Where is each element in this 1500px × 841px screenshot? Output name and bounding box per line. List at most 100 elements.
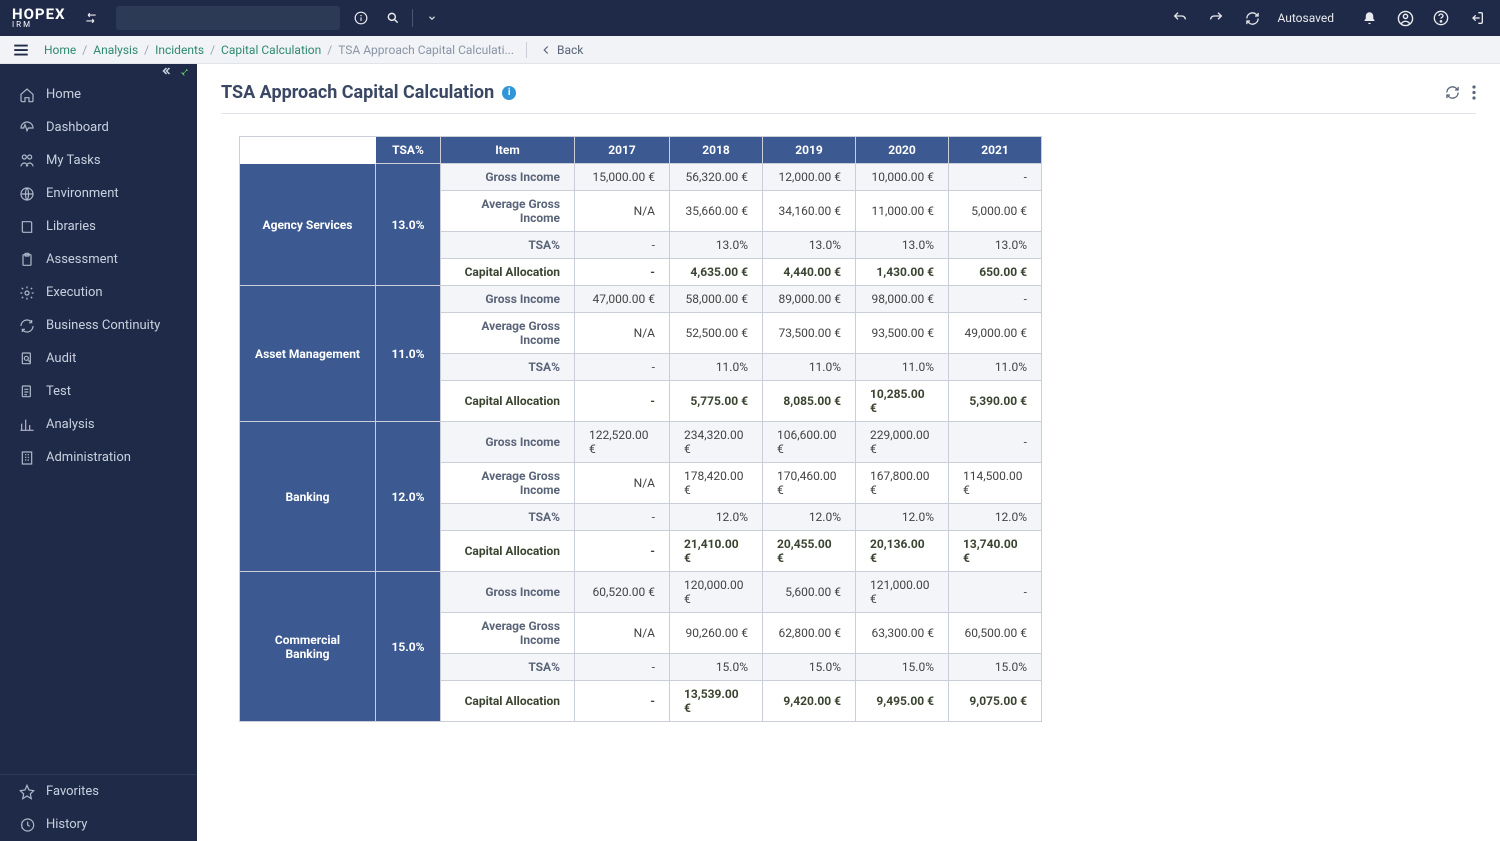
redo-icon[interactable]	[1205, 10, 1227, 26]
sidebar-item-analysis[interactable]: Analysis	[0, 408, 197, 441]
sidebar-item-label: Business Continuity	[46, 318, 160, 333]
search-icon[interactable]	[382, 11, 404, 25]
sidebar-item-label: Audit	[46, 351, 76, 366]
row-group-tsa: 13.0%	[376, 164, 441, 286]
separator	[526, 42, 527, 58]
content: TSA Approach Capital Calculation i TSA%I…	[197, 64, 1500, 841]
item-label: Average Gross Income	[441, 613, 575, 654]
value-cell: 58,000.00 €	[670, 286, 763, 313]
sidebar-item-test[interactable]: Test	[0, 375, 197, 408]
subbar: Home/Analysis/Incidents/Capital Calculat…	[0, 36, 1500, 64]
value-cell: N/A	[575, 313, 670, 354]
logout-icon[interactable]	[1466, 10, 1488, 26]
sidebar-item-history[interactable]: History	[0, 808, 197, 841]
value-cell: -	[575, 232, 670, 259]
sidebar-item-home[interactable]: Home	[0, 78, 197, 111]
value-cell: 4,635.00 €	[670, 259, 763, 286]
value-cell: 229,000.00 €	[856, 422, 949, 463]
back-button[interactable]: Back	[539, 43, 583, 57]
value-cell: 120,000.00 €	[670, 572, 763, 613]
search-doc-icon	[16, 351, 38, 367]
item-label: Gross Income	[441, 164, 575, 191]
sidebar-item-favorites[interactable]: Favorites	[0, 775, 197, 808]
help-icon[interactable]	[1430, 10, 1452, 26]
value-cell: 15.0%	[763, 654, 856, 681]
value-cell: 650.00 €	[949, 259, 1042, 286]
sidebar-item-dashboard[interactable]: Dashboard	[0, 111, 197, 144]
sidebar-item-label: Analysis	[46, 417, 95, 432]
value-cell: 15.0%	[670, 654, 763, 681]
value-cell: 15.0%	[856, 654, 949, 681]
value-cell: 13.0%	[763, 232, 856, 259]
value-cell: 9,420.00 €	[763, 681, 856, 722]
building-icon	[16, 450, 38, 466]
hamburger-icon[interactable]	[12, 41, 30, 59]
value-cell: -	[575, 381, 670, 422]
value-cell: N/A	[575, 613, 670, 654]
pin-icon[interactable]	[178, 66, 189, 77]
undo-icon[interactable]	[1169, 10, 1191, 26]
book-icon	[16, 219, 38, 235]
collapse-icon[interactable]	[160, 65, 172, 77]
sidebar-item-assessment[interactable]: Assessment	[0, 243, 197, 276]
value-cell: N/A	[575, 463, 670, 504]
value-cell: 1,430.00 €	[856, 259, 949, 286]
sidebar-item-administration[interactable]: Administration	[0, 441, 197, 474]
value-cell: 11.0%	[763, 354, 856, 381]
sidebar-item-label: Home	[46, 87, 81, 102]
user-icon[interactable]	[1394, 10, 1416, 27]
value-cell: 11.0%	[949, 354, 1042, 381]
breadcrumb-item[interactable]: Home	[44, 43, 76, 57]
row-group: Commercial Banking	[240, 572, 376, 722]
sidebar-item-business-continuity[interactable]: Business Continuity	[0, 309, 197, 342]
value-cell: 73,500.00 €	[763, 313, 856, 354]
value-cell: 13.0%	[670, 232, 763, 259]
value-cell: 13.0%	[856, 232, 949, 259]
value-cell: 52,500.00 €	[670, 313, 763, 354]
home-icon	[16, 87, 38, 103]
breadcrumb: Home/Analysis/Incidents/Capital Calculat…	[44, 43, 514, 57]
sidebar-item-audit[interactable]: Audit	[0, 342, 197, 375]
chevron-down-icon[interactable]	[421, 13, 443, 23]
sidebar-item-label: Assessment	[46, 252, 118, 267]
breadcrumb-item[interactable]: Incidents	[155, 43, 204, 57]
bell-icon[interactable]	[1358, 11, 1380, 26]
info-icon[interactable]	[350, 11, 372, 25]
value-cell: 9,495.00 €	[856, 681, 949, 722]
refresh-icon[interactable]	[1445, 85, 1460, 100]
value-cell: -	[575, 354, 670, 381]
value-cell: 13.0%	[949, 232, 1042, 259]
breadcrumb-sep: /	[210, 43, 215, 57]
value-cell: 106,600.00 €	[763, 422, 856, 463]
value-cell: 9,075.00 €	[949, 681, 1042, 722]
col-header: 2018	[670, 137, 763, 164]
swap-icon[interactable]	[80, 11, 102, 25]
refresh-icon[interactable]	[1241, 11, 1263, 26]
breadcrumb-item[interactable]: Analysis	[93, 43, 138, 57]
gear-icon	[16, 285, 38, 301]
item-label: Gross Income	[441, 572, 575, 613]
more-icon[interactable]	[1472, 85, 1476, 100]
col-header: 2021	[949, 137, 1042, 164]
sidebar-item-label: Dashboard	[46, 120, 109, 135]
row-group-tsa: 11.0%	[376, 286, 441, 422]
sidebar-item-environment[interactable]: Environment	[0, 177, 197, 210]
sidebar-item-label: Test	[46, 384, 71, 399]
item-label: Capital Allocation	[441, 531, 575, 572]
search-input[interactable]	[116, 6, 340, 30]
sidebar-item-execution[interactable]: Execution	[0, 276, 197, 309]
sidebar-item-my-tasks[interactable]: My Tasks	[0, 144, 197, 177]
item-label: TSA%	[441, 654, 575, 681]
value-cell: 5,775.00 €	[670, 381, 763, 422]
value-cell: 35,660.00 €	[670, 191, 763, 232]
value-cell: 13,740.00 €	[949, 531, 1042, 572]
breadcrumb-item[interactable]: Capital Calculation	[221, 43, 321, 57]
gauge-icon	[16, 120, 38, 136]
col-header: 2017	[575, 137, 670, 164]
value-cell: 12.0%	[763, 504, 856, 531]
info-badge-icon[interactable]: i	[502, 86, 516, 100]
sidebar-item-label: History	[46, 817, 87, 832]
value-cell: 89,000.00 €	[763, 286, 856, 313]
item-label: Capital Allocation	[441, 681, 575, 722]
sidebar-item-libraries[interactable]: Libraries	[0, 210, 197, 243]
